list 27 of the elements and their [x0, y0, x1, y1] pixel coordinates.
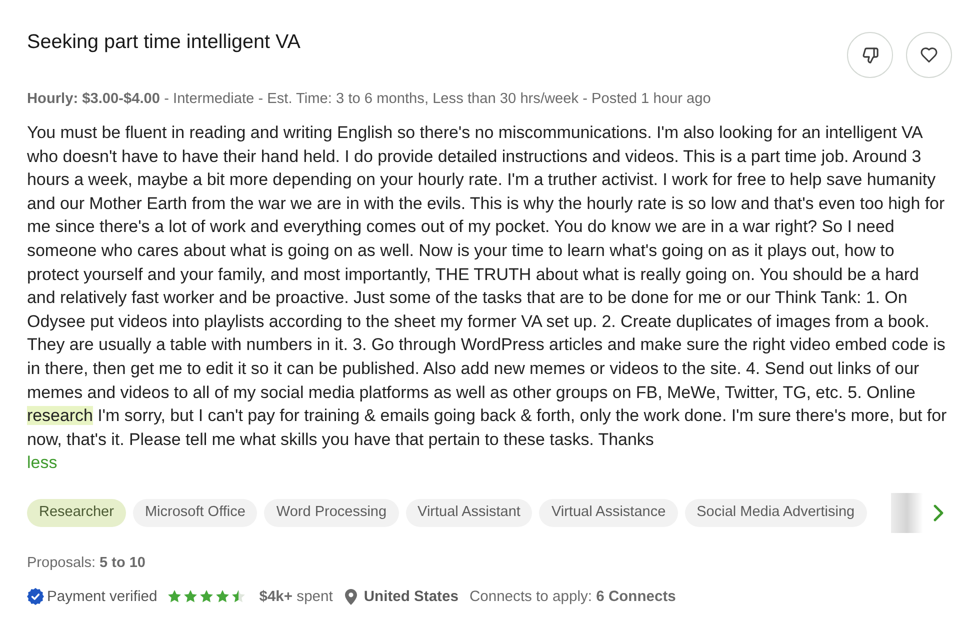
job-meta: Hourly: $3.00-$4.00 - Intermediate - Est. Time: 3 to 6 months, Less than 30 hrs/week - Posted 1 hour ago	[27, 90, 712, 109]
star-icon	[167, 589, 182, 604]
skill-tag[interactable]: Social Media Advertising	[684, 498, 867, 527]
connects-required: Connects to apply: 6 Connects	[469, 588, 676, 607]
chevron-right-icon	[932, 504, 944, 522]
payment-status: Payment verified	[47, 588, 158, 607]
skill-tag[interactable]: Virtual Assistance	[539, 498, 678, 527]
save-job-button[interactable]	[906, 32, 952, 78]
scroll-fade	[891, 492, 923, 533]
proposals-count: Proposals: 5 to 10	[27, 554, 146, 573]
thumbs-down-icon	[862, 46, 878, 64]
skill-tag[interactable]: Word Processing	[264, 498, 399, 527]
star-icon	[183, 589, 198, 604]
heart-icon	[920, 46, 938, 64]
skill-tag[interactable]: Researcher	[27, 498, 126, 527]
show-less-link[interactable]: less	[27, 451, 58, 475]
client-spent: $4k+ spent	[259, 588, 333, 607]
star-icon	[199, 589, 214, 604]
job-description: You must be fluent in reading and writing English so there's no miscommunications. I'm also looking for an intelligent VA who doesn't have to have their hand held. I do provide detailed instructions and videos. This is a part time job. Around 3 hours a week, maybe a bit more depending on your hourly rate. I'm a truther activist. I work for free to help save humanity and our Mother Earth from the war we are in with the evils. This is why the hourly rate is so low and that's even too high for me since there's a lot of work and everything comes out of my pocket. You do know we are in a war right? So I need someone who cares about what is going on as well. Now is your time to learn what's going on as it plays out, how to protect yourself and your family, and most importantly, THE TRUTH about what is really going on. You should be a hard and relatively fast worker and be proactive. Just some of the tasks that are to be done for me or our Think Tank: 1. On Odysee put videos into playlists according to the sheet my former VA set up. 2. Create duplicates of images from a book. They are usually a table with numbers in it. 3. Go through WordPress articles and make sure the right video embed code is in there, then get me to edit it so it can be published. Also add new memes or videos to the site. 4. Send out links of our memes and videos to all of my social media platforms as well as other groups on FB, MeWe, Twitter, TG, etc. 5. Online research I'm sorry, but I can't pay for training & emails going back & forth, only the work done. I'm sure there's more, but for now, that's it. Please tell me what skills you have that pertain to these tasks. Thanks	[27, 122, 947, 451]
skill-tag[interactable]: Virtual Assistant	[406, 498, 532, 527]
skill-tag[interactable]: Microsoft Office	[132, 498, 258, 527]
dislike-button[interactable]	[847, 32, 893, 78]
star-icon	[231, 589, 246, 604]
star-icon	[215, 589, 230, 604]
job-title: Seeking part time intelligent VA	[27, 30, 300, 54]
location-pin-icon	[344, 588, 357, 605]
client-location: United States	[364, 588, 458, 607]
